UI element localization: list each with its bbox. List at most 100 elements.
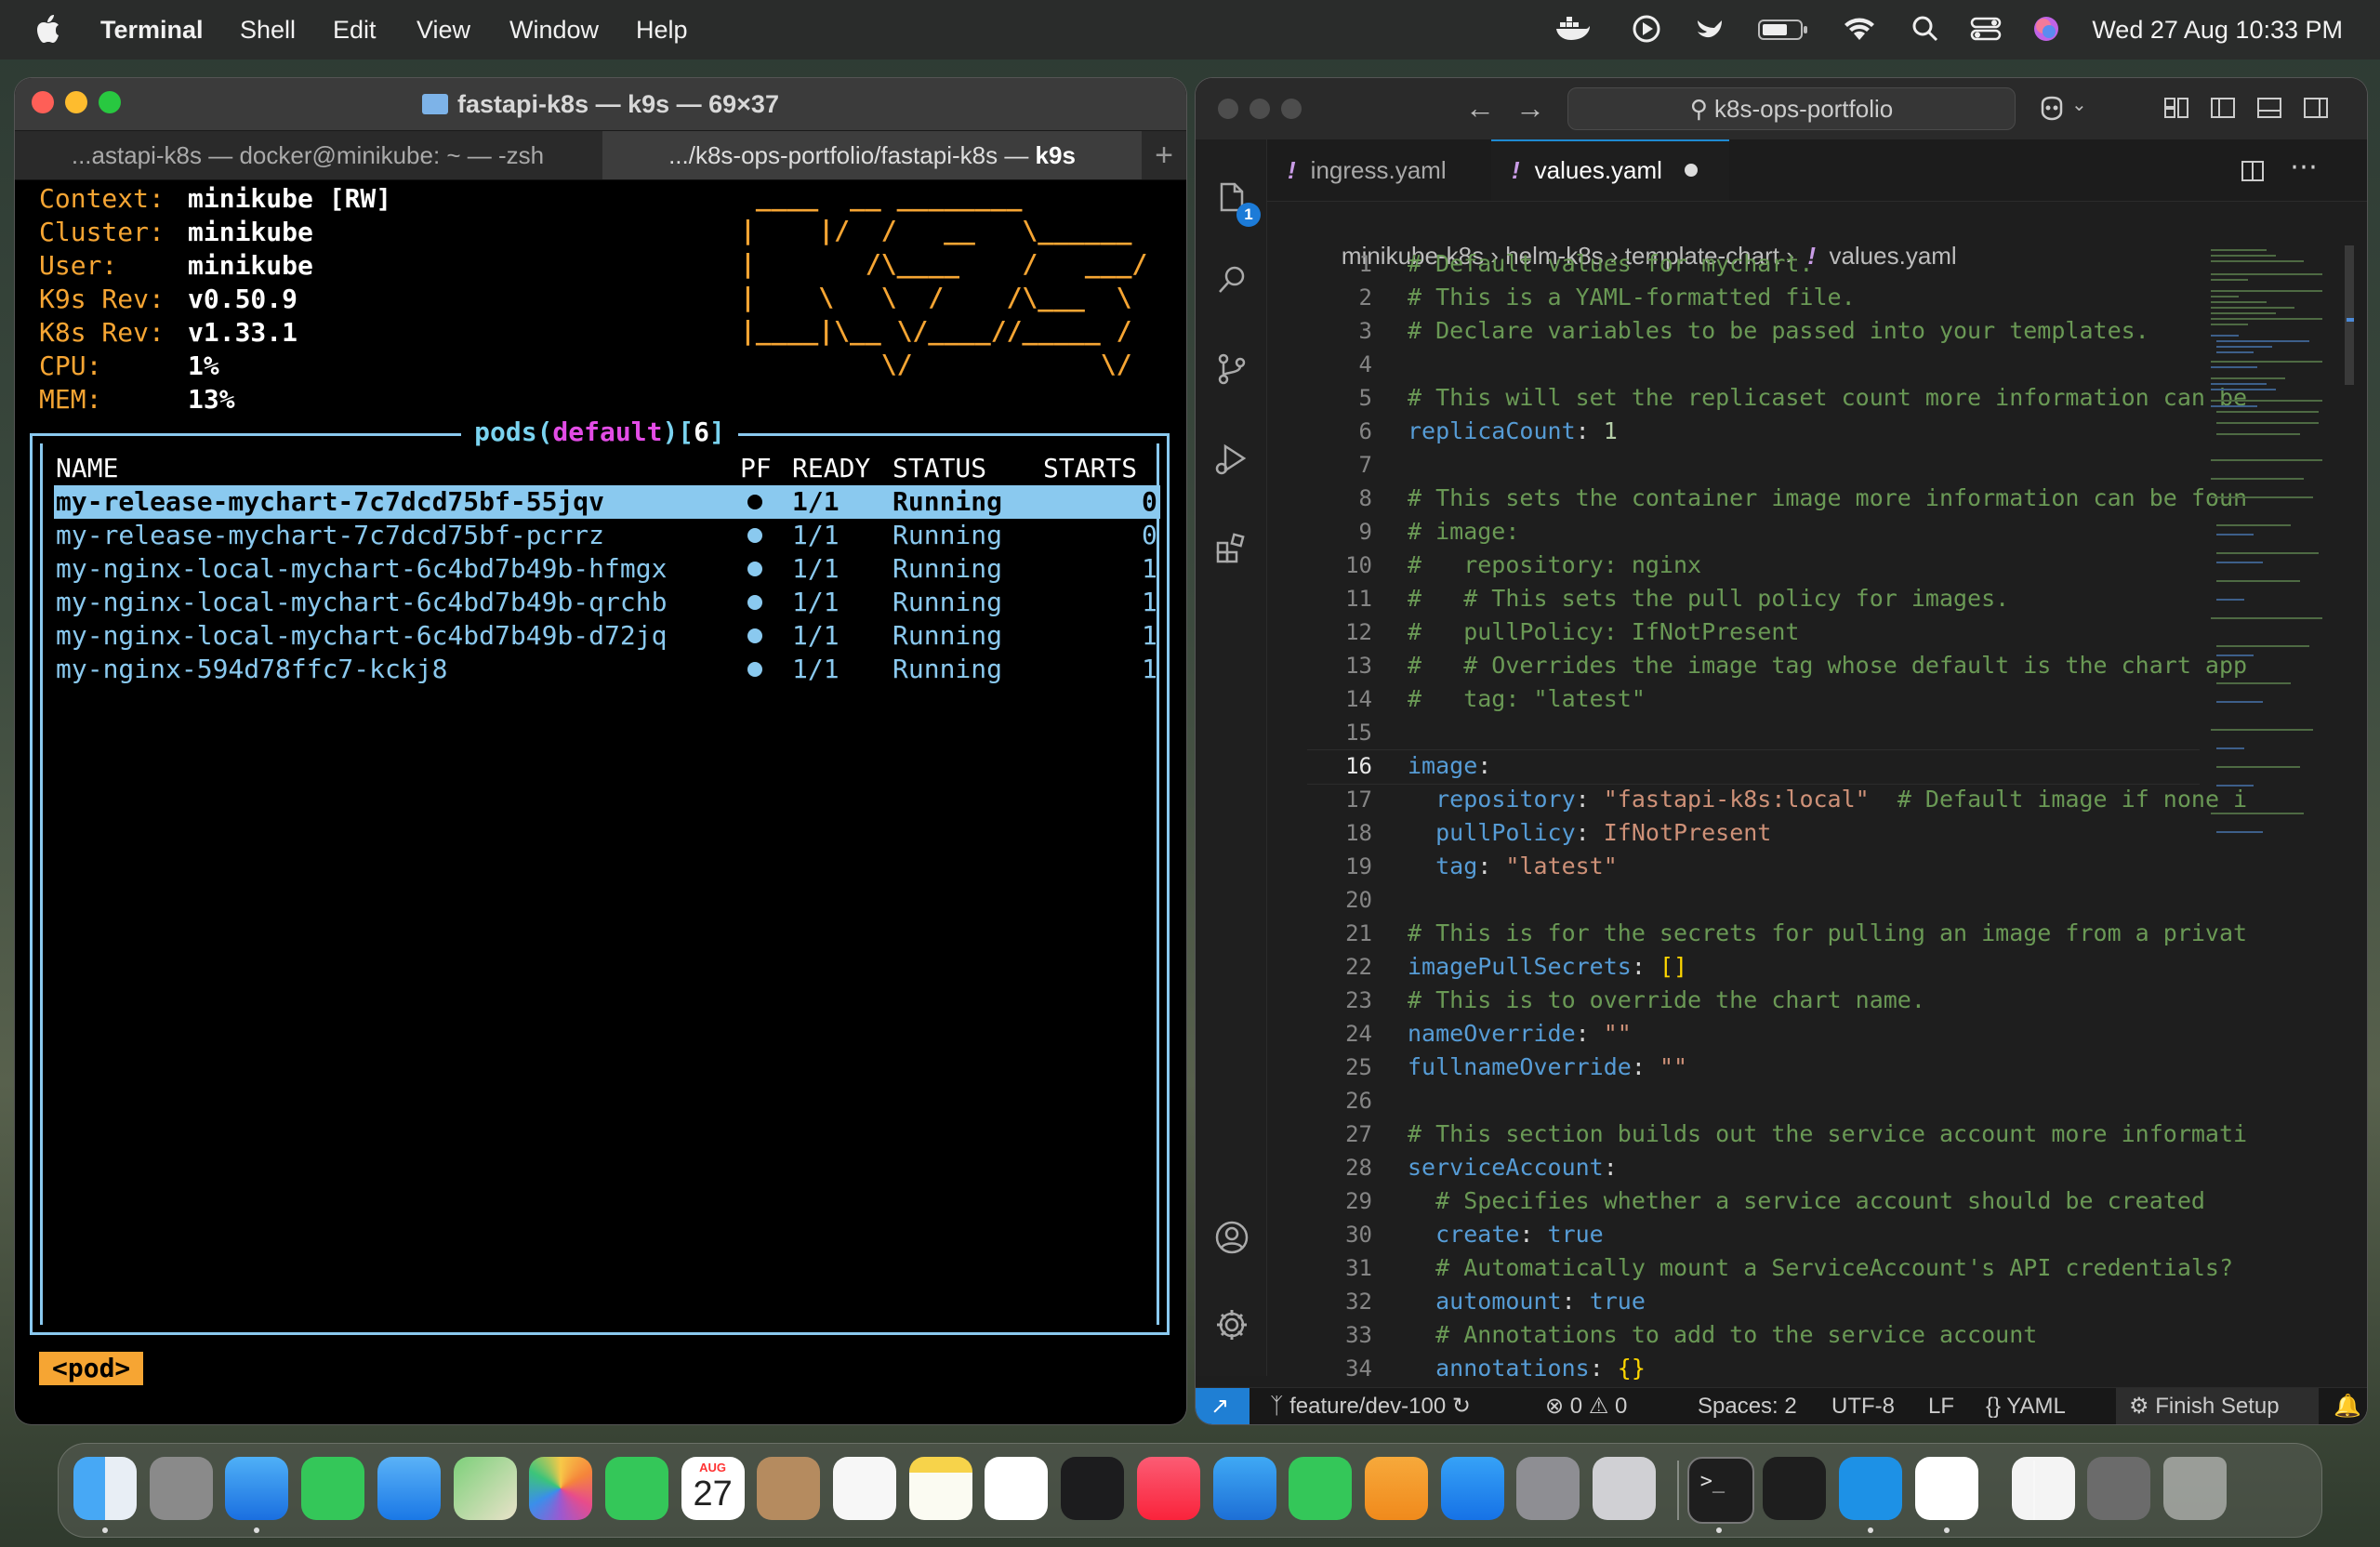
line-number[interactable]: 5	[1318, 381, 1372, 415]
line-number[interactable]: 18	[1318, 816, 1372, 850]
forward-arrow-icon[interactable]: →	[1515, 91, 1545, 125]
line-number[interactable]: 8	[1318, 482, 1372, 515]
siri-icon[interactable]	[2030, 13, 2062, 45]
more-actions-icon[interactable]: ⋯	[2290, 151, 2318, 184]
table-row[interactable]: my-nginx-594d78ffc7-kckj8 1/1 Running 1	[54, 653, 1160, 686]
col-ready[interactable]: READY	[792, 452, 870, 485]
indentation-indicator[interactable]: Spaces: 2	[1698, 1388, 1797, 1424]
problems-indicator[interactable]: ⊗ 0 ⚠ 0	[1545, 1388, 1627, 1424]
remote-indicator[interactable]: ↗	[1196, 1388, 1250, 1424]
keynote-icon[interactable]	[1212, 1457, 1276, 1520]
line-number[interactable]: 14	[1318, 682, 1372, 716]
code-line[interactable]: serviceAccount:	[1408, 1151, 1618, 1184]
messages-icon[interactable]	[301, 1457, 365, 1520]
code-line[interactable]: # pullPolicy: IfNotPresent	[1408, 615, 1799, 649]
line-number[interactable]: 32	[1318, 1285, 1372, 1318]
split-editor-icon[interactable]	[2240, 158, 2266, 184]
code-line[interactable]: # Default values for mychart.	[1408, 247, 1814, 281]
docker-whale-icon[interactable]	[1554, 13, 1592, 45]
line-number[interactable]: 10	[1318, 549, 1372, 582]
customize-layout-icon[interactable]	[2162, 95, 2190, 121]
code-line[interactable]: # Specifies whether a service account sh…	[1408, 1184, 2205, 1218]
menu-clock[interactable]: Wed 27 Aug 10:33 PM	[2092, 14, 2343, 46]
maps-icon[interactable]	[453, 1457, 517, 1520]
menu-shell[interactable]: Shell	[240, 14, 296, 46]
terminal-tab-k9s[interactable]: .../k8s-ops-portfolio/fastapi-k8s — k9s	[602, 131, 1142, 179]
table-row[interactable]: my-nginx-local-mychart-6c4bd7b49b-d72jq …	[54, 619, 1160, 653]
breadcrumb-item[interactable]: values.yaml	[1829, 242, 1956, 270]
toggle-primary-sidebar-icon[interactable]	[2209, 95, 2237, 121]
line-number[interactable]: 25	[1318, 1051, 1372, 1084]
line-number[interactable]: 6	[1318, 415, 1372, 448]
line-number[interactable]: 34	[1318, 1352, 1372, 1385]
terminal-icon[interactable]: >_	[1686, 1457, 1754, 1524]
code-line[interactable]: # Annotations to add to the service acco…	[1408, 1318, 2037, 1352]
line-number[interactable]: 15	[1318, 716, 1372, 749]
search-icon[interactable]	[1910, 13, 1941, 45]
finder-icon[interactable]	[73, 1457, 137, 1520]
col-starts[interactable]: STARTS	[1043, 452, 1137, 485]
bird-icon[interactable]	[1694, 13, 1727, 45]
line-number[interactable]: 19	[1318, 850, 1372, 883]
mail-icon[interactable]	[377, 1457, 441, 1520]
line-number[interactable]: 31	[1318, 1251, 1372, 1285]
code-line[interactable]: # repository: nginx	[1408, 549, 1701, 582]
numbers-icon[interactable]	[1289, 1457, 1353, 1520]
code-line[interactable]: # This section builds out the service ac…	[1408, 1117, 2247, 1151]
extensions-icon[interactable]	[1212, 528, 1251, 567]
col-name[interactable]: NAME	[56, 452, 118, 485]
app-store-icon[interactable]	[1440, 1457, 1504, 1520]
run-debug-icon[interactable]	[1212, 439, 1251, 478]
code-line[interactable]: pullPolicy: IfNotPresent	[1408, 816, 1771, 850]
copilot-icon[interactable]	[2038, 95, 2066, 121]
tab-ingress-yaml[interactable]: ! ingress.yaml	[1267, 139, 1490, 201]
code-line[interactable]: # # This sets the pull policy for images…	[1408, 582, 2009, 615]
toggle-secondary-sidebar-icon[interactable]	[2302, 95, 2330, 121]
line-number[interactable]: 17	[1318, 783, 1372, 816]
notes-icon[interactable]	[908, 1457, 972, 1520]
line-number[interactable]: 7	[1318, 448, 1372, 482]
source-control-icon[interactable]	[1212, 350, 1251, 389]
line-number[interactable]: 21	[1318, 917, 1372, 950]
line-number[interactable]: 3	[1318, 314, 1372, 348]
col-pf[interactable]: PF	[740, 452, 772, 485]
safari-icon[interactable]	[225, 1457, 289, 1520]
zoom-button[interactable]	[1281, 99, 1302, 119]
code-line[interactable]: # Automatically mount a ServiceAccount's…	[1408, 1251, 2233, 1285]
close-button[interactable]	[1218, 99, 1238, 119]
line-number[interactable]: 9	[1318, 515, 1372, 549]
eol-indicator[interactable]: LF	[1928, 1388, 1954, 1424]
wifi-icon[interactable]	[1841, 13, 1878, 45]
preview-icon[interactable]	[2011, 1457, 2075, 1520]
photos-icon[interactable]	[529, 1457, 593, 1520]
encoding-indicator[interactable]: UTF-8	[1831, 1388, 1895, 1424]
tab-values-yaml[interactable]: ! values.yaml	[1491, 139, 1729, 201]
line-number[interactable]: 20	[1318, 883, 1372, 917]
table-row[interactable]: my-release-mychart-7c7dcd75bf-pcrrz 1/1 …	[54, 519, 1160, 552]
line-number[interactable]: 23	[1318, 984, 1372, 1017]
toggle-panel-icon[interactable]	[2255, 95, 2283, 121]
code-line[interactable]: # This is a YAML-formatted file.	[1408, 281, 1856, 314]
branch-indicator[interactable]: ᛉ feature/dev-100 ↻	[1270, 1388, 1471, 1424]
control-center-icon[interactable]	[1969, 13, 2003, 45]
menu-edit[interactable]: Edit	[333, 14, 377, 46]
line-number[interactable]: 4	[1318, 348, 1372, 381]
code-line[interactable]: # This will set the replicaset count mor…	[1408, 381, 2247, 415]
minimize-button[interactable]	[1250, 99, 1270, 119]
code-line[interactable]: automount: true	[1408, 1285, 1646, 1318]
col-status[interactable]: STATUS	[892, 452, 986, 485]
code-line[interactable]: # tag: "latest"	[1408, 682, 1646, 716]
code-line[interactable]: # image:	[1408, 515, 1519, 549]
code-line[interactable]: repository: "fastapi-k8s:local" # Defaul…	[1408, 783, 2247, 816]
line-number[interactable]: 26	[1318, 1084, 1372, 1117]
iphone-mirroring-icon[interactable]	[1593, 1457, 1656, 1520]
line-number[interactable]: 13	[1318, 649, 1372, 682]
command-center-search[interactable]: ⚲ k8s-ops-portfolio	[1567, 87, 2016, 130]
pages-icon[interactable]	[1364, 1457, 1428, 1520]
music-icon[interactable]	[1136, 1457, 1200, 1520]
code-line[interactable]: # This sets the container image more inf…	[1408, 482, 2247, 515]
code-line[interactable]: nameOverride: ""	[1408, 1017, 1632, 1051]
reminders-icon[interactable]	[833, 1457, 896, 1520]
code-line[interactable]: replicaCount: 1	[1408, 415, 1618, 448]
code-line[interactable]: # # Overrides the image tag whose defaul…	[1408, 649, 2247, 682]
